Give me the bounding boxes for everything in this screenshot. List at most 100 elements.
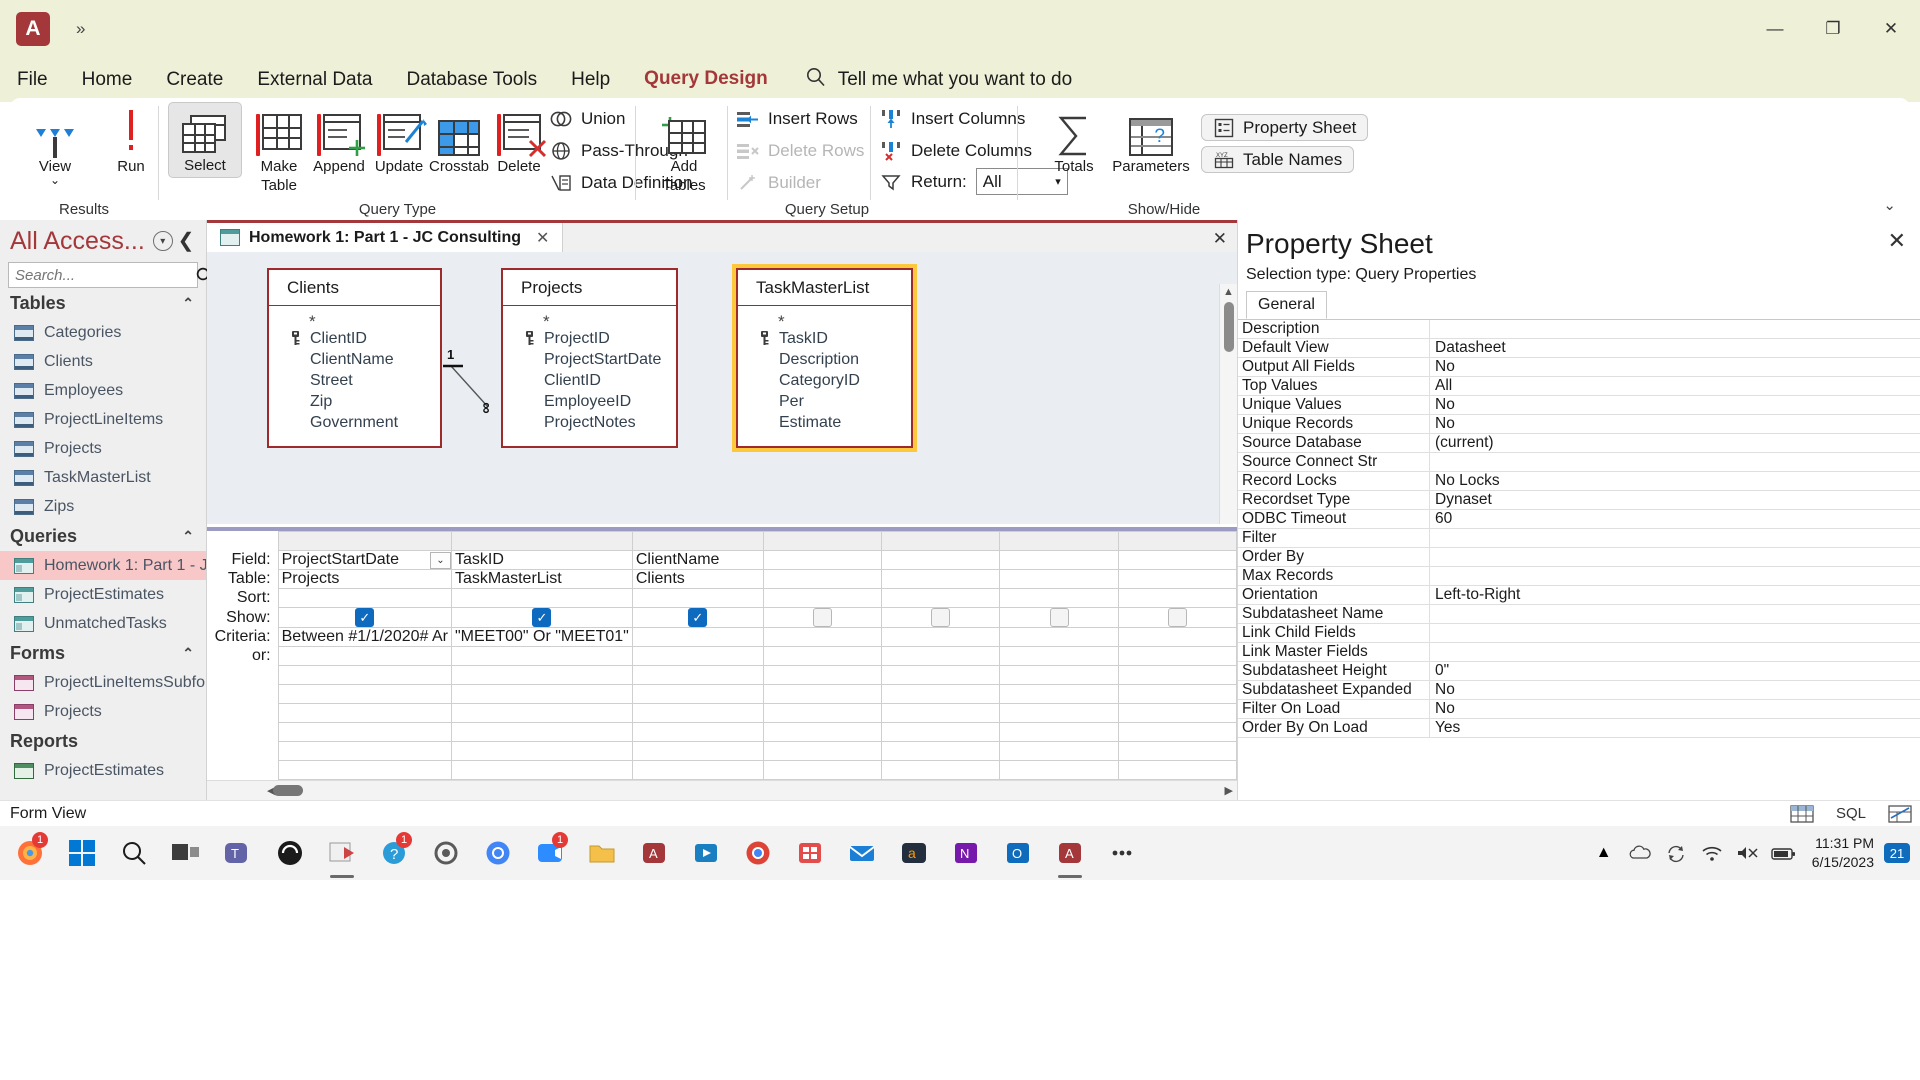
show-checkbox[interactable] — [1167, 608, 1187, 627]
windows-start-icon[interactable] — [56, 826, 108, 880]
property-value[interactable]: Yes — [1430, 719, 1920, 737]
diagram-all-fields-star[interactable]: * — [738, 306, 911, 331]
scroll-thumb-horizontal[interactable] — [273, 785, 303, 796]
nav-item-zips[interactable]: Zips — [0, 492, 206, 521]
grid-or-cell[interactable] — [999, 646, 1119, 666]
task-view-icon[interactable] — [160, 826, 212, 880]
access-app-icon[interactable]: A — [1044, 826, 1096, 880]
grid-empty-cell[interactable] — [1117, 741, 1238, 761]
property-value[interactable]: No — [1430, 396, 1920, 414]
grid-column-selector[interactable] — [277, 531, 452, 551]
grid-table-cell[interactable] — [1117, 569, 1238, 589]
grid-empty-cell[interactable] — [1117, 703, 1238, 723]
grid-empty-cell[interactable] — [881, 722, 1001, 742]
taskbar-clock[interactable]: 11:31 PM 6/15/2023 — [1802, 834, 1884, 872]
diagram-field[interactable]: Zip — [269, 391, 440, 412]
grid-horizontal-scrollbar[interactable]: ◀ ▶ — [207, 780, 1237, 800]
diagram-field[interactable]: TaskID — [738, 328, 911, 349]
tab-query-design[interactable]: Query Design — [627, 58, 785, 102]
show-checkbox[interactable] — [813, 608, 833, 627]
grid-show-cell[interactable]: ✓ — [631, 607, 764, 628]
property-value[interactable]: All — [1430, 377, 1920, 395]
nav-item-projects[interactable]: Projects — [0, 434, 206, 463]
property-row[interactable]: Subdatasheet Height 0" — [1238, 662, 1920, 681]
edge-dev-icon[interactable] — [264, 826, 316, 880]
nav-item-employees[interactable]: Employees — [0, 376, 206, 405]
grid-sort-cell[interactable] — [999, 588, 1119, 608]
view-button[interactable]: View ⌄ — [18, 104, 92, 186]
grid-table-cell[interactable] — [881, 569, 1001, 589]
grid-show-cell[interactable] — [999, 607, 1119, 628]
property-row[interactable]: Source Connect Str — [1238, 453, 1920, 472]
property-row[interactable]: Order By — [1238, 548, 1920, 567]
property-value[interactable] — [1430, 605, 1920, 623]
show-checkbox[interactable]: ✓ — [532, 608, 552, 627]
close-button[interactable]: ✕ — [1862, 0, 1920, 58]
diagram-all-fields-star[interactable]: * — [269, 306, 440, 331]
property-value[interactable]: No — [1430, 681, 1920, 699]
mail-icon[interactable] — [836, 826, 888, 880]
grid-field-cell[interactable]: ClientName — [631, 550, 764, 570]
chevron-down-icon[interactable]: ⌄ — [429, 551, 451, 569]
access-taskbar-icon[interactable]: A — [628, 826, 680, 880]
grid-show-cell[interactable] — [881, 607, 1001, 628]
grid-empty-cell[interactable] — [277, 684, 452, 704]
grid-empty-cell[interactable] — [277, 665, 452, 685]
property-row[interactable]: Order By On Load Yes — [1238, 719, 1920, 738]
grid-empty-cell[interactable] — [450, 722, 633, 742]
chevron-up-icon[interactable]: ⌃ — [182, 528, 194, 545]
chrome2-icon[interactable] — [732, 826, 784, 880]
grid-sort-cell[interactable] — [277, 588, 452, 608]
teams-icon[interactable]: T — [212, 826, 264, 880]
property-value[interactable]: No Locks — [1430, 472, 1920, 490]
grid-show-cell[interactable]: ✓ — [277, 607, 452, 628]
grid-column-selector[interactable] — [1117, 531, 1238, 551]
nav-item-categories[interactable]: Categories — [0, 318, 206, 347]
onenote-icon[interactable]: N — [940, 826, 992, 880]
tab-database-tools[interactable]: Database Tools — [389, 58, 554, 102]
diagram-field[interactable]: Estimate — [738, 412, 911, 433]
grid-empty-cell[interactable] — [631, 703, 764, 723]
grid-empty-cell[interactable] — [881, 760, 1001, 780]
run-button[interactable]: Run — [94, 104, 168, 175]
chrome-icon[interactable] — [472, 826, 524, 880]
grid-criteria-cell[interactable] — [999, 627, 1119, 647]
settings-icon[interactable] — [420, 826, 472, 880]
design-view-button[interactable] — [1888, 804, 1912, 824]
grid-empty-cell[interactable] — [631, 665, 764, 685]
grid-empty-cell[interactable] — [999, 722, 1119, 742]
minimize-button[interactable]: — — [1746, 0, 1804, 58]
table-names-button[interactable]: XYZ Table Names — [1201, 146, 1355, 173]
diagram-field[interactable]: EmployeeID — [503, 391, 676, 412]
grid-field-cell[interactable] — [999, 550, 1119, 570]
grid-empty-cell[interactable] — [631, 760, 764, 780]
property-value[interactable]: 0" — [1430, 662, 1920, 680]
diagram-field[interactable]: Description — [738, 349, 911, 370]
tab-create[interactable]: Create — [149, 58, 240, 102]
grid-sort-cell[interactable] — [631, 588, 764, 608]
diagram-vertical-scrollbar[interactable]: ▲ ▼ — [1219, 284, 1237, 524]
diagram-field[interactable]: Per — [738, 391, 911, 412]
nav-item-unmatchedtasks[interactable]: UnmatchedTasks — [0, 609, 206, 638]
grid-empty-cell[interactable] — [631, 741, 764, 761]
grid-empty-cell[interactable] — [881, 703, 1001, 723]
grid-sort-cell[interactable] — [1117, 588, 1238, 608]
property-row[interactable]: Subdatasheet Expanded No — [1238, 681, 1920, 700]
amazon-icon[interactable]: a — [888, 826, 940, 880]
close-property-sheet-icon[interactable]: ✕ — [1888, 228, 1906, 254]
collapse-ribbon-button[interactable]: ⌄ — [1883, 196, 1896, 214]
property-value[interactable]: No — [1430, 700, 1920, 718]
scroll-right-icon[interactable]: ▶ — [1225, 783, 1233, 799]
nav-item-projectlineitemssubform[interactable]: ProjectLineItemsSubform — [0, 668, 206, 697]
chevron-down-icon[interactable]: ▾ — [152, 231, 173, 251]
wifi-icon[interactable] — [1694, 826, 1730, 880]
chevron-up-icon[interactable]: ⌃ — [182, 645, 194, 662]
grid-column-selector[interactable] — [450, 531, 633, 551]
property-value[interactable] — [1430, 453, 1920, 471]
property-value[interactable]: No — [1430, 358, 1920, 376]
grid-empty-cell[interactable] — [450, 665, 633, 685]
diagram-field[interactable]: Street — [269, 370, 440, 391]
tray-chevron-up-icon[interactable]: ▲ — [1586, 826, 1622, 880]
diagram-table-taskmasterlist[interactable]: TaskMasterList * TaskID Description Category… — [732, 264, 917, 452]
grid-column-selector[interactable] — [631, 531, 764, 551]
